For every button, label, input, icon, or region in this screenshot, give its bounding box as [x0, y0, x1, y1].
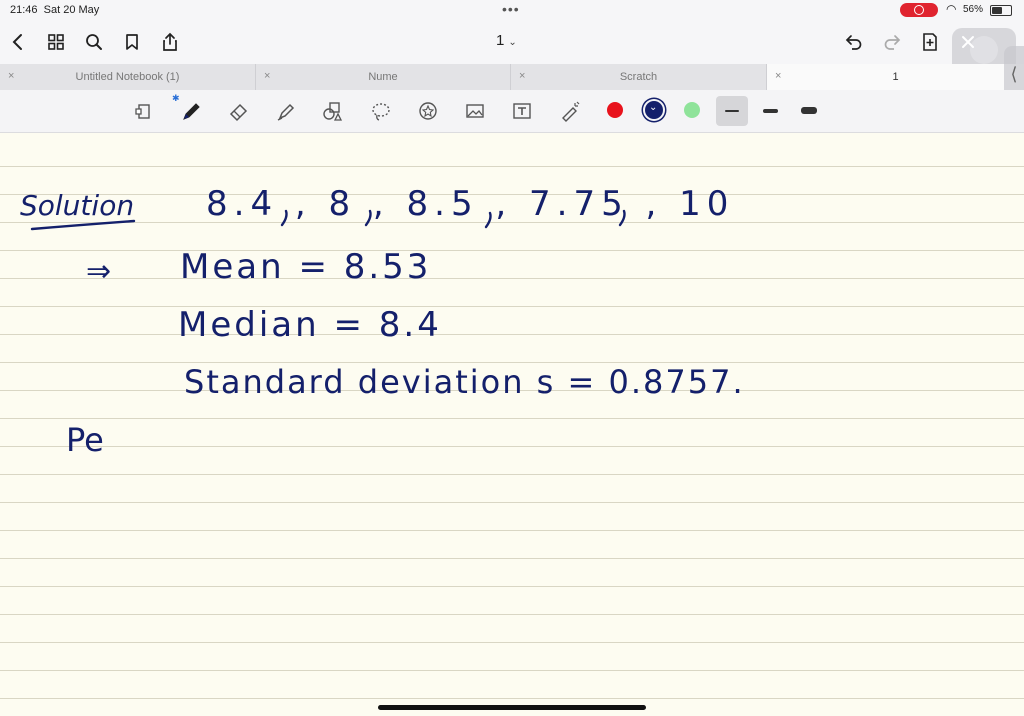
battery-icon — [990, 5, 1012, 16]
image-tool[interactable] — [462, 98, 488, 124]
chevron-down-icon: ⌄ — [508, 37, 517, 48]
tab-untitled-notebook[interactable]: × Untitled Notebook (1) — [0, 64, 256, 90]
eraser-tool[interactable] — [226, 98, 252, 124]
status-time: 21:46 Sat 20 May — [10, 4, 100, 16]
bookmark-icon[interactable] — [120, 30, 144, 54]
data-values: 8.4 , 8 , 8.5 , 7.75 , 10 — [206, 184, 734, 224]
highlighter-tool[interactable] — [273, 98, 299, 124]
drawing-toolbar: ✱ — [0, 90, 1024, 133]
chevron-left-icon[interactable] — [6, 30, 30, 54]
stroke-thick-option[interactable] — [801, 107, 817, 114]
color-navy-swatch[interactable]: ⌄ — [645, 101, 663, 119]
shapes-tool[interactable] — [320, 98, 346, 124]
solution-underline — [30, 219, 136, 231]
stroke-medium-option[interactable] — [763, 109, 778, 113]
undo-icon[interactable] — [842, 30, 866, 54]
chevron-down-icon: ⌄ — [649, 102, 658, 113]
partial-note: Pe — [66, 421, 104, 459]
search-icon[interactable] — [82, 30, 106, 54]
std-line: Standard deviation s = 0.8757. — [184, 363, 745, 401]
laser-pointer-tool[interactable] — [557, 98, 583, 124]
page-selector[interactable]: 1 ⌄ — [496, 32, 517, 49]
sticker-tool[interactable] — [415, 98, 441, 124]
tab-scratch[interactable]: × Scratch — [511, 64, 767, 90]
lasso-tool[interactable] — [368, 98, 394, 124]
status-bar: 21:46 Sat 20 May ••• ◠ 56% — [0, 0, 1024, 20]
close-icon[interactable] — [956, 30, 980, 54]
color-green-swatch[interactable] — [684, 102, 700, 118]
home-indicator[interactable] — [378, 705, 646, 710]
color-red-swatch[interactable] — [607, 102, 623, 118]
stroke-thin-line — [725, 110, 739, 112]
median-line: Median = 8.4 — [178, 305, 442, 345]
text-tool[interactable] — [509, 98, 535, 124]
solution-heading: Solution — [20, 189, 134, 222]
pen-tool[interactable] — [178, 98, 204, 124]
wifi-icon: ◠ — [946, 2, 957, 16]
redo-icon[interactable] — [880, 30, 904, 54]
grid-icon[interactable] — [44, 30, 68, 54]
handwriting-canvas: Solution 8.4 , 8 , 8.5 , 7.75 , 10 ⇒ Mea… — [20, 184, 745, 459]
tab-active-page[interactable]: × 1 — [767, 64, 1024, 90]
battery-percent: 56% — [963, 4, 984, 15]
notebook-tabs: × Untitled Notebook (1) × Nume × Scratch… — [0, 64, 1024, 90]
add-page-icon[interactable] — [918, 30, 942, 54]
mean-line: Mean = 8.53 — [180, 247, 431, 287]
implies-arrow: ⇒ — [86, 254, 111, 289]
tab-nume[interactable]: × Nume — [256, 64, 511, 90]
screen-record-indicator[interactable] — [900, 3, 938, 17]
multitasking-dots[interactable]: ••• — [502, 1, 520, 17]
share-icon[interactable] — [158, 30, 182, 54]
document-nav-bar: 1 ⌄ — [0, 20, 1024, 92]
page-select-tool[interactable] — [131, 98, 157, 124]
